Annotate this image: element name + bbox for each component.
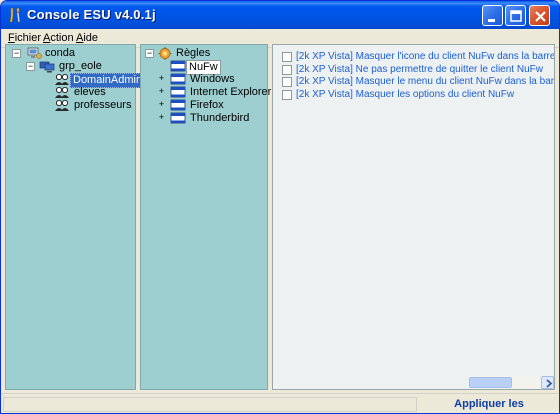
rules-list-pane[interactable]: [2k XP Vista] Masquer l'icone du client … — [272, 44, 555, 390]
collapse-icon[interactable]: − — [26, 62, 35, 71]
menu-fichier-accel: F — [8, 32, 15, 44]
group-tree-pane[interactable]: − conda − grp_eole DomainAdmins eleves p… — [5, 44, 151, 390]
rule-checkbox[interactable] — [282, 90, 292, 100]
rule-label: [2k XP Vista] Masquer le menu du client … — [296, 76, 555, 87]
tree-node-label: Firefox — [190, 99, 224, 111]
expand-icon[interactable]: + — [157, 100, 166, 110]
user-group-icon — [55, 87, 69, 98]
apply-changes-button[interactable]: Appliquer les modifications — [421, 395, 557, 413]
collapse-icon[interactable]: − — [12, 49, 21, 58]
maximize-icon — [510, 10, 522, 22]
user-group-icon — [55, 74, 69, 85]
network-computer-icon — [27, 47, 42, 59]
display-window-icon — [170, 73, 186, 85]
menu-fichier-rest: ichier — [14, 32, 42, 44]
tree-node-label: Règles — [176, 47, 211, 59]
console-icon — [9, 7, 21, 23]
tree-node-label: eleves — [74, 86, 106, 98]
computer-group-icon — [39, 61, 55, 73]
rule-label: [2k XP Vista] Masquer les options du cli… — [296, 89, 515, 100]
rules-tree-pane[interactable]: − Règles NuFw + Windows + Internet Explo… — [140, 44, 271, 390]
rule-checkbox[interactable] — [282, 52, 292, 62]
close-button[interactable] — [529, 5, 550, 26]
rule-checkbox[interactable] — [282, 77, 292, 87]
tree-node-label: professeurs — [74, 99, 132, 111]
menu-aide[interactable]: Aide — [76, 32, 98, 44]
rule-label: [2k XP Vista] Masquer l'icone du client … — [296, 51, 555, 62]
menu-fichier[interactable]: Fichier — [8, 32, 41, 44]
rule-label: [2k XP Vista] Ne pas permettre de quitte… — [296, 64, 543, 75]
display-window-icon — [170, 60, 186, 72]
minimize-button[interactable] — [482, 5, 503, 26]
display-window-icon — [170, 112, 186, 124]
collapse-icon[interactable]: − — [145, 49, 154, 58]
sun-gear-icon — [158, 47, 172, 60]
status-text — [3, 397, 417, 412]
chevron-right-icon — [546, 379, 553, 388]
status-bar: Appliquer les modifications — [1, 393, 559, 413]
close-icon — [535, 11, 546, 22]
tree-node-label: grp_eole — [59, 60, 102, 72]
minimize-icon — [488, 19, 495, 22]
title-bar[interactable]: Console ESU v4.0.1j — [1, 1, 559, 29]
menu-action-rest: ction — [50, 32, 74, 44]
tree-node-label: Windows — [190, 73, 235, 85]
tree-node-label: conda — [45, 47, 75, 59]
menu-action[interactable]: Action — [43, 32, 74, 44]
expand-icon[interactable]: + — [157, 87, 166, 97]
scroll-thumb[interactable] — [469, 377, 512, 388]
user-group-icon — [55, 100, 69, 111]
expand-icon[interactable]: + — [157, 74, 166, 84]
horizontal-scrollbar[interactable] — [469, 376, 554, 389]
tree-node-label: Thunderbird — [190, 112, 250, 124]
menu-aide-rest: ide — [83, 32, 99, 44]
maximize-button[interactable] — [505, 5, 526, 26]
display-window-icon — [170, 86, 186, 98]
rule-checkbox[interactable] — [282, 65, 292, 75]
window-title: Console ESU v4.0.1j — [27, 7, 156, 22]
display-window-icon — [170, 99, 186, 111]
main-window: Console ESU v4.0.1j Fichier Action Aide … — [0, 0, 560, 414]
tree-node-label: Internet Explorer — [190, 86, 272, 98]
scroll-right-button[interactable] — [541, 376, 554, 389]
expand-icon[interactable]: + — [157, 113, 166, 123]
